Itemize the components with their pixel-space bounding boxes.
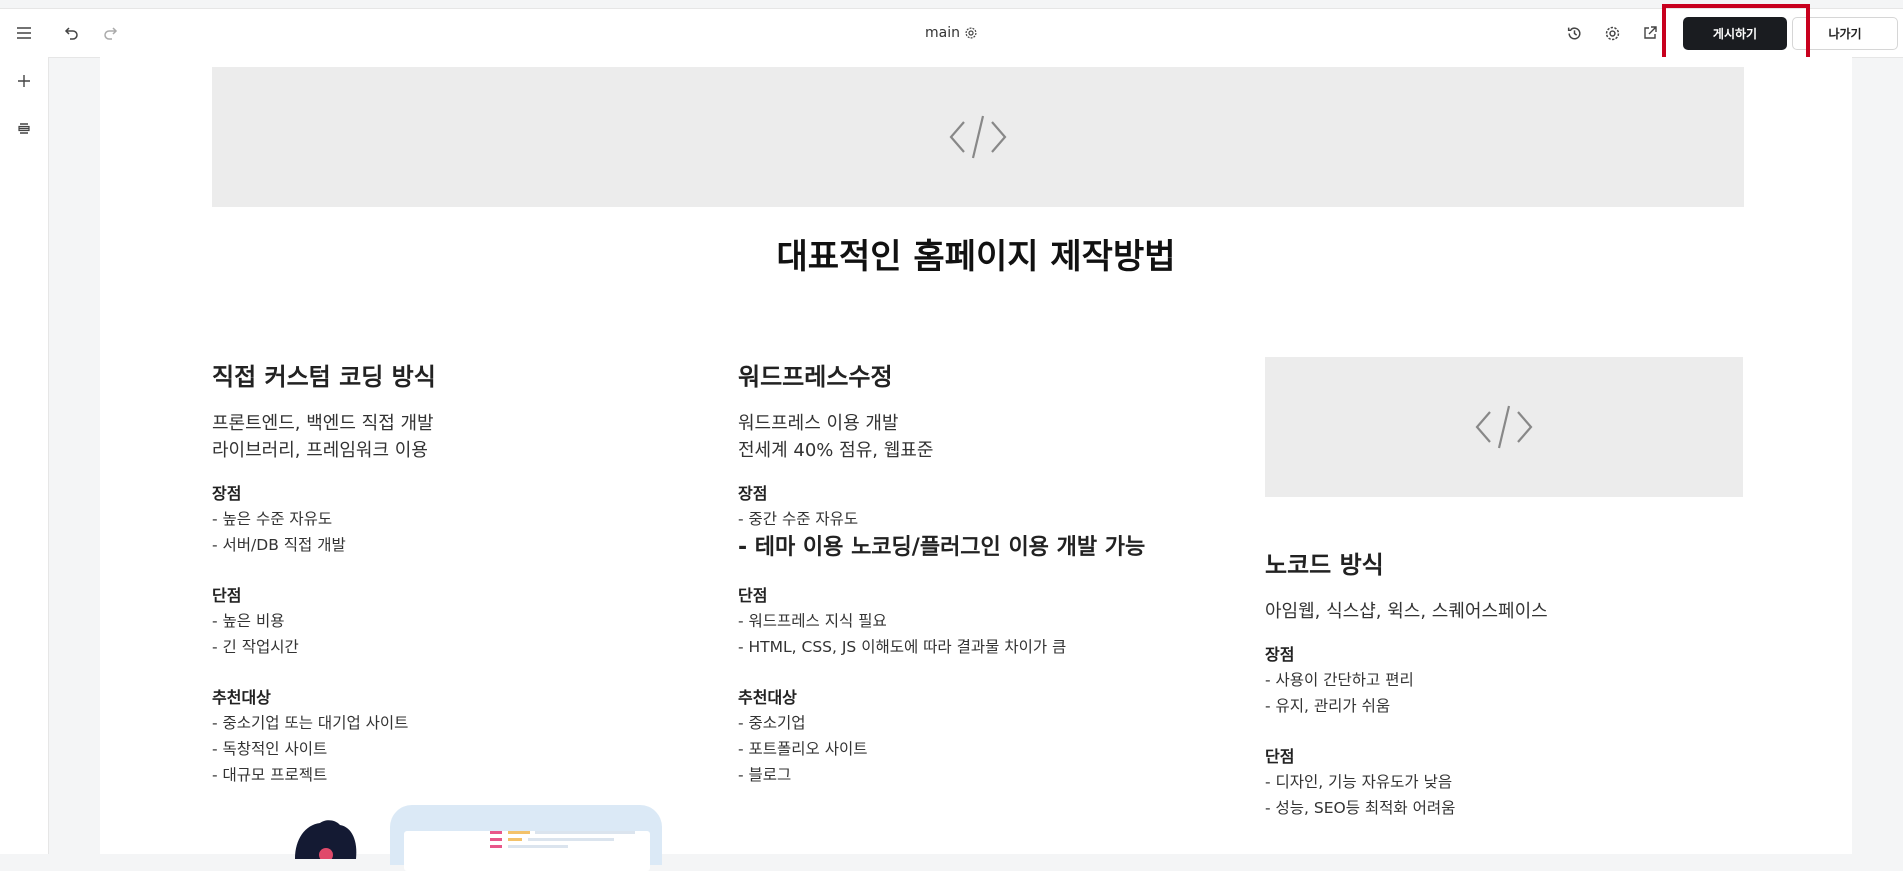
list-item: - 높은 비용	[212, 612, 285, 630]
column-title: 직접 커스텀 코딩 방식	[212, 363, 436, 391]
section-label: 장점	[212, 484, 242, 503]
settings-icon[interactable]	[1600, 21, 1624, 45]
top-toolbar: main 게시하기 나가기	[0, 4, 1903, 75]
column-title: 노코드 방식	[1265, 551, 1384, 579]
external-link-icon[interactable]	[1638, 21, 1662, 45]
browser-illustration	[390, 805, 662, 871]
document-name[interactable]: main	[925, 25, 960, 41]
image-placeholder[interactable]	[1265, 357, 1743, 497]
intro-line: 워드프레스 이용 개발	[738, 413, 899, 434]
list-item: - 테마 이용 노코딩/플러그인 이용 개발 가능	[738, 535, 1146, 560]
list-item: - 긴 작업시간	[212, 638, 299, 656]
list-item: - 중간 수준 자유도	[738, 510, 859, 528]
list-item: - 워드프레스 지식 필요	[738, 612, 887, 630]
left-sidebar	[0, 57, 49, 854]
list-item: - 중소기업 또는 대기업 사이트	[212, 714, 409, 732]
section-label: 단점	[738, 586, 768, 605]
add-icon[interactable]	[12, 69, 36, 93]
list-item: - 높은 수준 자유도	[212, 510, 333, 528]
intro-line: 라이브러리, 프레임워크 이용	[212, 440, 428, 461]
column-intro: 프론트엔드, 백엔드 직접 개발 라이브러리, 프레임워크 이용	[212, 410, 692, 464]
layers-icon[interactable]	[12, 117, 36, 141]
column-title: 워드프레스수정	[738, 363, 893, 391]
column-wordpress: 워드프레스수정 워드프레스 이용 개발 전세계 40% 점유, 웹표준 장점 -…	[738, 357, 1238, 788]
page-title: 대표적인 홈페이지 제작방법	[776, 237, 1176, 277]
list-item: - 독창적인 사이트	[212, 740, 328, 758]
list-item: - 포트폴리오 사이트	[738, 740, 868, 758]
code-placeholder-icon	[1475, 405, 1533, 449]
history-icon[interactable]	[1562, 21, 1586, 45]
intro-line: 전세계 40% 점유, 웹표준	[738, 440, 934, 461]
section-label: 장점	[738, 484, 768, 503]
column-nocode: 노코드 방식 아임웹, 식스샵, 윅스, 스퀘어스페이스 장점 - 사용이 간단…	[1265, 545, 1745, 821]
list-item: - 사용이 간단하고 편리	[1265, 671, 1414, 689]
list-item: - 블로그	[738, 766, 792, 784]
character-illustration	[290, 819, 360, 862]
list-item: - 성능, SEO등 최적화 어려움	[1265, 799, 1456, 817]
code-placeholder-icon	[949, 115, 1007, 159]
exit-button[interactable]: 나가기	[1792, 17, 1898, 50]
list-item: - 대규모 프로젝트	[212, 766, 328, 784]
intro-line: 프론트엔드, 백엔드 직접 개발	[212, 413, 434, 434]
image-placeholder[interactable]	[212, 67, 1744, 207]
column-custom-coding: 직접 커스텀 코딩 방식 프론트엔드, 백엔드 직접 개발 라이브러리, 프레임…	[212, 357, 692, 788]
column-intro: 아임웹, 식스샵, 윅스, 스퀘어스페이스	[1265, 598, 1745, 625]
section-label: 추천대상	[738, 688, 797, 707]
section-label: 단점	[212, 586, 242, 605]
section-label: 단점	[1265, 747, 1295, 766]
section-label: 추천대상	[212, 688, 271, 707]
list-item: - HTML, CSS, JS 이해도에 따라 결과물 차이가 큼	[738, 638, 1067, 656]
publish-button[interactable]: 게시하기	[1683, 17, 1787, 50]
list-item: - 서버/DB 직접 개발	[212, 536, 346, 554]
list-item: - 디자인, 기능 자유도가 낮음	[1265, 773, 1453, 791]
page-canvas: 대표적인 홈페이지 제작방법 직접 커스텀 코딩 방식 프론트엔드, 백엔드 직…	[100, 57, 1852, 871]
list-item: - 중소기업	[738, 714, 806, 732]
undo-icon[interactable]	[60, 21, 84, 45]
redo-icon[interactable]	[98, 21, 122, 45]
list-item: - 유지, 관리가 쉬움	[1265, 697, 1391, 715]
intro-line: 아임웹, 식스샵, 윅스, 스퀘어스페이스	[1265, 601, 1548, 622]
menu-icon[interactable]	[12, 21, 36, 45]
column-intro: 워드프레스 이용 개발 전세계 40% 점유, 웹표준	[738, 410, 1238, 464]
settings-icon[interactable]	[964, 26, 978, 40]
section-label: 장점	[1265, 645, 1295, 664]
